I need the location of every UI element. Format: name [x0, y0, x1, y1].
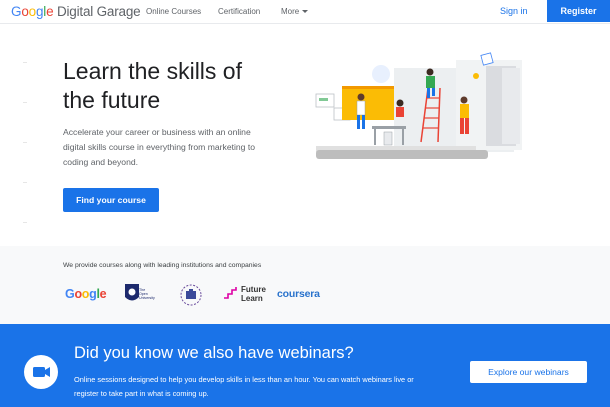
illustration-panel: [502, 68, 520, 144]
illustration-whiteboard: [342, 86, 394, 120]
webinar-description: Online sessions designed to help you dev…: [74, 375, 414, 398]
decoration: [23, 182, 27, 183]
webinar-icon-badge: [24, 355, 58, 389]
google-digital-garage-logo[interactable]: Google Digital Garage: [11, 4, 141, 19]
illustration-person-head: [426, 68, 434, 76]
register-button[interactable]: Register: [547, 0, 610, 22]
illustration-card: [480, 52, 494, 66]
illustration-card-line: [319, 98, 328, 101]
illustration-person-body: [426, 76, 435, 88]
illustration-floor-base: [316, 150, 488, 159]
webinar-section: Did you know we also have webinars? Onli…: [0, 324, 610, 407]
partners-section: We provide courses along with leading in…: [0, 246, 610, 324]
logo-suffix: Digital Garage: [56, 4, 141, 19]
illustration-person-head: [357, 93, 365, 101]
nav-more[interactable]: More: [281, 7, 309, 16]
hero-title-line-1: Learn the skills of: [63, 58, 242, 84]
illustration-person-head: [460, 96, 468, 104]
illustration-person-leg: [432, 88, 435, 96]
google-wordmark: Google: [11, 4, 54, 19]
illustration-person-leg: [362, 115, 365, 129]
illustration-person-leg: [427, 88, 430, 98]
illustration-person-leg: [357, 115, 360, 129]
futurelearn-logo-icon: [224, 287, 237, 299]
decoration: [23, 222, 27, 223]
illustration-person-leg: [465, 118, 469, 134]
explore-webinars-button[interactable]: Explore our webinars: [470, 361, 587, 383]
futurelearn-wordmark: Future Learn: [241, 285, 266, 303]
illustration-person-body: [460, 104, 469, 118]
illustration-person-body: [396, 107, 404, 117]
nav-certification[interactable]: Certification: [218, 7, 260, 16]
illustration-desk-leg: [374, 129, 376, 145]
google-partner-logo: Google: [65, 287, 107, 301]
nav-more-label: More: [281, 7, 300, 16]
university-crest-icon: [180, 284, 202, 306]
illustration-dot: [473, 73, 479, 79]
sign-in-link[interactable]: Sign in: [500, 6, 528, 16]
illustration-person-head: [396, 99, 404, 107]
decoration: [23, 62, 27, 63]
open-university-wordmark: The Open University: [139, 288, 155, 300]
decoration: [23, 102, 27, 103]
illustration-person-body: [356, 100, 366, 116]
partners-intro: We provide courses along with leading in…: [63, 262, 262, 269]
illustration-desk-leg: [402, 129, 404, 145]
illustration-whiteboard-edge: [342, 86, 394, 89]
illustration-circle: [372, 65, 390, 83]
illustration-person-leg: [460, 118, 464, 134]
hero-description: Accelerate your career or business with …: [63, 127, 256, 167]
hero-title-line-2: the future: [63, 87, 161, 113]
open-university-shield-icon: [125, 284, 139, 301]
hero-title: Learn the skills of the future: [63, 57, 293, 115]
illustration-desk: [372, 126, 406, 129]
nav-online-courses[interactable]: Online Courses: [146, 7, 201, 16]
coursera-logo: coursera: [277, 288, 320, 300]
video-camera-icon: [33, 367, 50, 377]
decoration: [23, 142, 27, 143]
hero-illustration: [315, 52, 522, 159]
chevron-down-icon: [302, 10, 309, 14]
find-your-course-button[interactable]: Find your course: [63, 188, 159, 212]
site-header: Google Digital Garage Online Courses Cer…: [0, 0, 610, 24]
webinar-title: Did you know we also have webinars?: [74, 344, 354, 362]
illustration-chair: [383, 131, 393, 146]
